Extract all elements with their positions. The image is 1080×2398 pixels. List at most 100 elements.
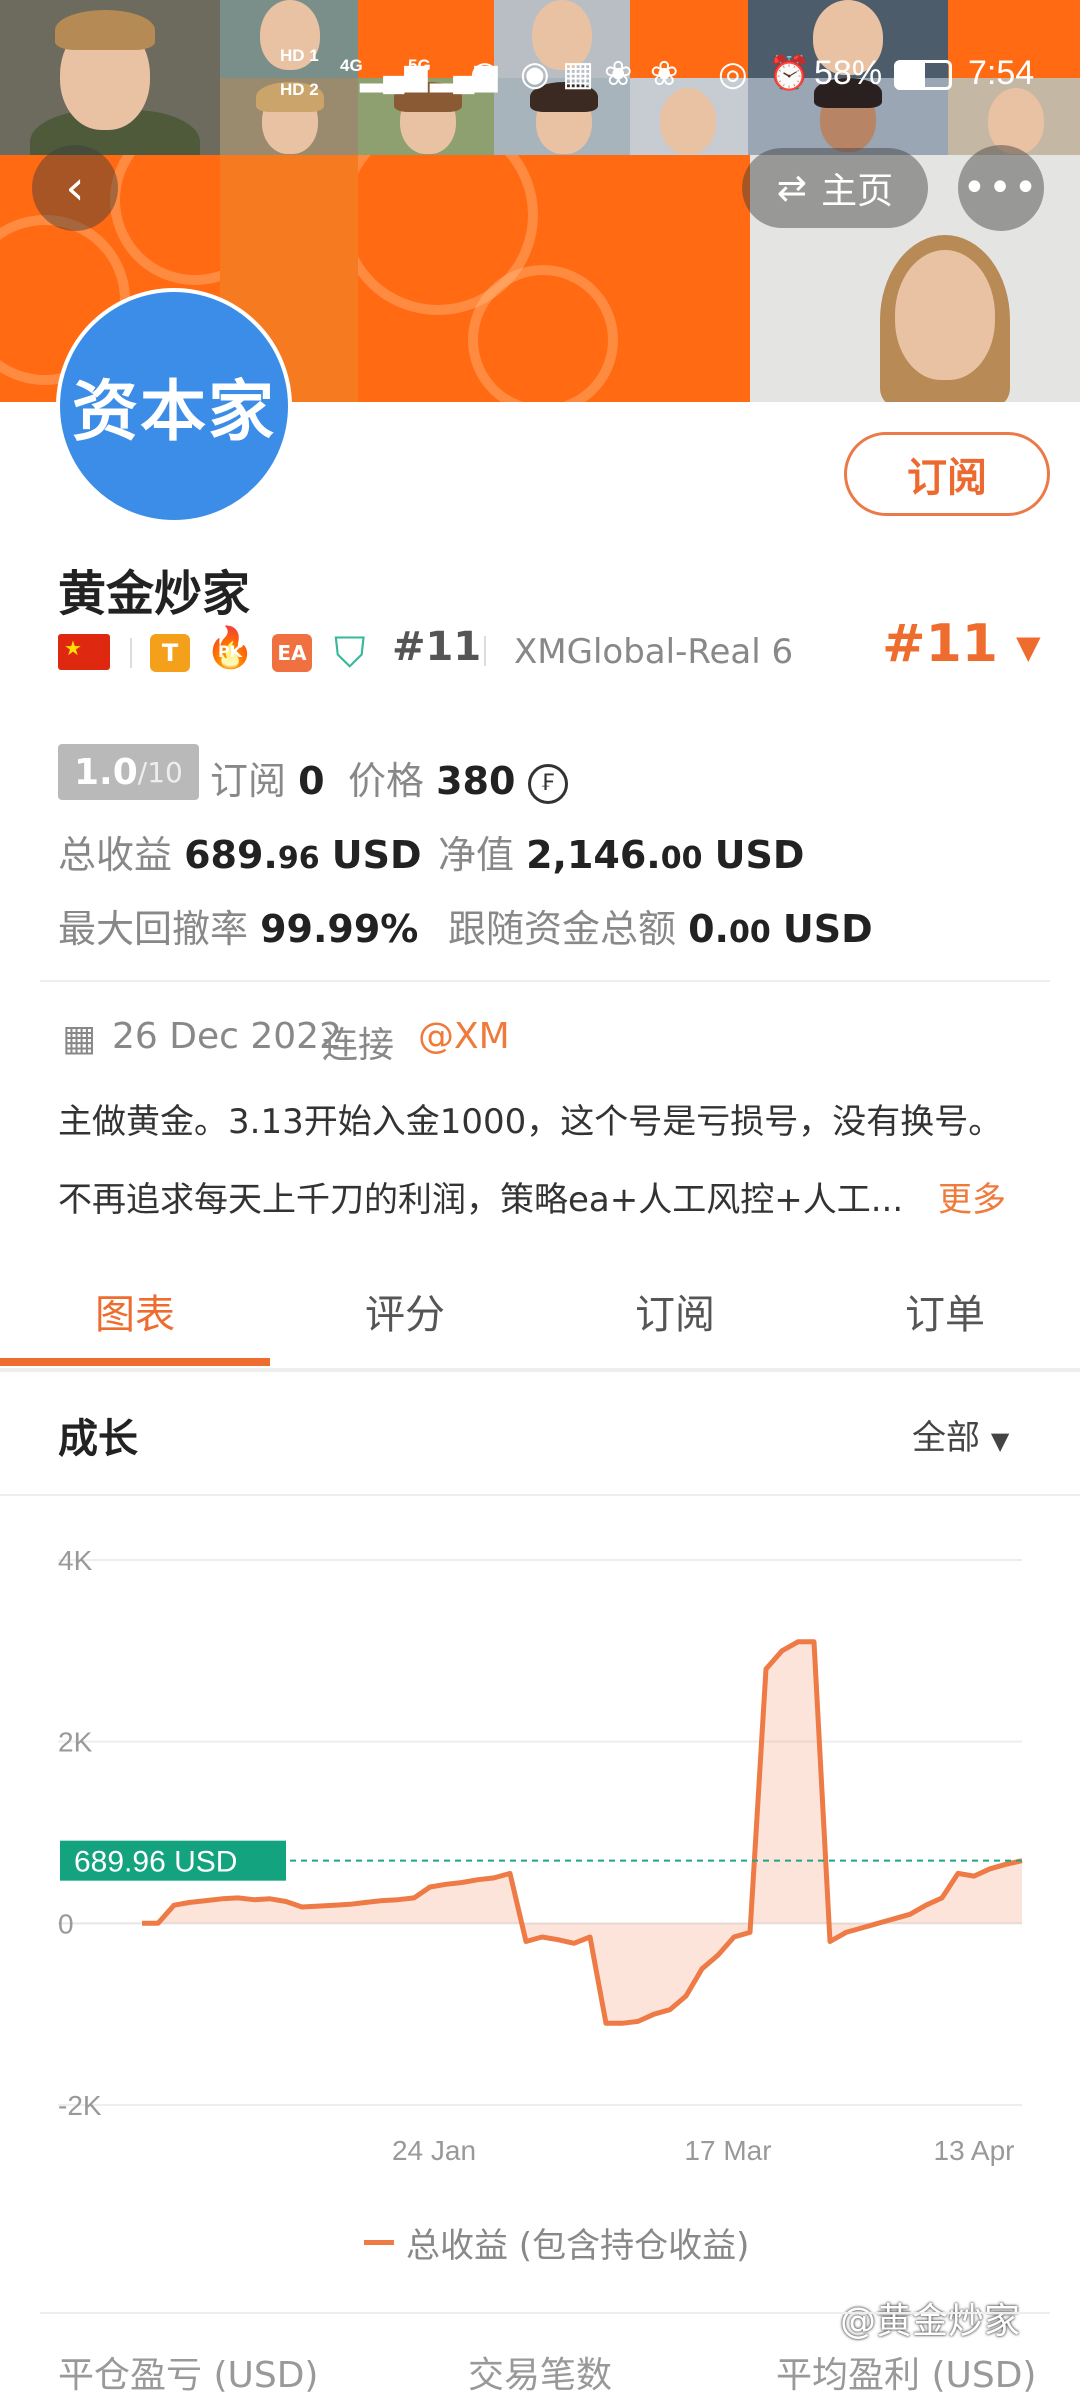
tab-rating[interactable]: 评分	[270, 1258, 540, 1364]
total-profit-dec: 96	[277, 841, 320, 876]
x-tick-label: 13 Apr	[934, 2135, 1015, 2166]
y-tick-label: 4K	[58, 1545, 93, 1576]
net-int: 2,146.	[526, 833, 661, 877]
back-button[interactable]: ‹	[32, 145, 118, 231]
total-profit-stat: 总收益 689.96 USD	[58, 824, 422, 879]
series-area	[142, 1641, 1022, 2024]
drawdown-label: 最大回撤率	[58, 907, 249, 951]
price-label: 价格	[348, 759, 425, 803]
legend-swatch	[364, 2240, 394, 2245]
more-button[interactable]: •••	[958, 145, 1044, 231]
more-dots-icon: •••	[962, 165, 1040, 211]
ea-badge: EA	[272, 634, 312, 672]
rank-dropdown[interactable]: #11 ▼	[882, 614, 1041, 674]
broker-link[interactable]: @XM	[418, 1016, 510, 1057]
closed-pnl-label: 平仓盈亏 (USD)	[58, 2355, 319, 2396]
score-max: /10	[137, 755, 183, 789]
switch-icon: ⇄	[776, 167, 808, 209]
paw-icon: ❀	[604, 55, 633, 93]
t-badge: T	[150, 634, 190, 672]
paw-icon: ❀	[650, 55, 679, 93]
app-notification-icon: ◉	[520, 55, 550, 93]
calendar-icon: ▦	[562, 55, 595, 93]
caret-down-icon: ▼	[990, 1427, 1010, 1455]
avg-profit-label: 平均盈利 (USD)	[776, 2355, 1037, 2396]
divider	[484, 636, 486, 666]
follow-label: 跟随资金总额	[448, 907, 677, 951]
tab-bar: 图表 评分 订阅 订单	[0, 1258, 1080, 1372]
tab-orders[interactable]: 订单	[810, 1258, 1080, 1364]
x-tick-label: 24 Jan	[392, 2135, 476, 2166]
follow-int: 0.	[688, 907, 729, 951]
hd2-label: HD 2	[280, 80, 319, 99]
drawdown-value: 99.99%	[260, 907, 419, 951]
subscribe-stat-value: 0	[298, 759, 325, 803]
shield-check-icon: ⛉	[334, 628, 366, 677]
watermark: @黄金炒家	[840, 2301, 1021, 2342]
coin-icon: ₣	[527, 763, 568, 804]
more-link[interactable]: 更多	[938, 1172, 1006, 1221]
y-tick-label: 2K	[58, 1727, 93, 1758]
current-value-label: 689.96 USD	[74, 1846, 237, 1879]
clock-time: 7:54	[968, 54, 1035, 92]
chevron-left-icon: ‹	[65, 160, 85, 216]
x-tick-label: 17 Mar	[684, 2135, 771, 2166]
legend-label: 总收益 (包含持仓收益)	[406, 2226, 750, 2266]
price-stat: 价格 380 ₣	[348, 750, 568, 805]
rank-tag: #11	[392, 624, 482, 670]
price-value: 380	[436, 759, 516, 803]
pk-flame-icon: 🔥 PK	[205, 625, 255, 671]
net-dec: 00	[660, 841, 703, 876]
description-line-2: 不再追求每天上千刀的利润，策略ea+人工风控+人工...	[58, 1180, 904, 1220]
banner-pattern	[358, 155, 750, 402]
home-button[interactable]: ⇄ 主页	[742, 148, 928, 228]
tab-subscribe[interactable]: 订阅	[540, 1258, 810, 1364]
wifi-icon: ◠	[470, 55, 500, 93]
avatar[interactable]: 资本家	[56, 288, 292, 524]
divider	[40, 980, 1050, 982]
account-name: XMGlobal-Real 6	[514, 632, 794, 672]
hd1-label: HD 1	[280, 46, 319, 65]
section-title: 成长	[58, 1416, 138, 1462]
signal-icon: ▂▄▆	[360, 59, 428, 92]
growth-chart[interactable]: 4K 2K 0 -2K 689.96 USD 24 Jan 17 Mar 13 Apr	[0, 1500, 1080, 2200]
subscribe-stat: 订阅 0	[210, 750, 325, 805]
china-flag-icon: ★	[58, 634, 110, 670]
y-tick-label: 0	[58, 1908, 74, 1939]
growth-section-header: 成长 全部 ▼	[0, 1368, 1080, 1496]
chart-legend: 总收益 (包含持仓收益)	[364, 2218, 749, 2267]
score-value: 1.0	[74, 751, 138, 793]
follow-unit: USD	[782, 907, 873, 951]
total-profit-label: 总收益	[58, 833, 173, 877]
status-bar: HD 1 HD 2 4G 5G ▂▄▆ ▂▄▆ ◠ ◉ ▦ ❀ ❀ ◎ ⏰ 58…	[0, 0, 1080, 150]
subscribe-button[interactable]: 订阅	[844, 432, 1050, 516]
pk-badge-label: PK	[217, 641, 243, 661]
trader-name: 黄金炒家	[58, 566, 251, 622]
connect-label: 连接	[322, 1025, 395, 1066]
alarm-icon: ⏰	[768, 55, 811, 93]
caret-down-icon: ▼	[1016, 628, 1041, 666]
battery-percent: 58%	[814, 54, 883, 92]
rank-big: #11	[882, 614, 998, 674]
score-badge: 1.0 /10	[58, 744, 199, 800]
tab-chart[interactable]: 图表	[0, 1258, 270, 1364]
subscribe-stat-label: 订阅	[210, 759, 287, 803]
trade-count-label: 交易笔数	[468, 2355, 613, 2396]
total-profit-unit: USD	[331, 833, 422, 877]
divider	[130, 638, 132, 668]
active-tab-indicator	[0, 1358, 270, 1366]
divider	[40, 2312, 1050, 2314]
battery-icon	[894, 60, 952, 90]
eye-icon: ◎	[718, 55, 748, 93]
follow-dec: 00	[729, 915, 771, 950]
drawdown-stat: 最大回撤率 99.99%	[58, 898, 418, 953]
connect-date: 26 Dec 2022	[112, 1016, 342, 1057]
range-filter-dropdown[interactable]: 全部 ▼	[912, 1410, 1009, 1459]
range-filter-label: 全部	[912, 1418, 980, 1458]
net-unit: USD	[714, 833, 805, 877]
home-label: 主页	[821, 171, 894, 212]
net-value-stat: 净值 2,146.00 USD	[438, 824, 804, 879]
total-profit-int: 689.	[184, 833, 278, 877]
description-line-1: 主做黄金。3.13开始入金1000，这个号是亏损号，没有换号。	[58, 1102, 1003, 1142]
series-line	[142, 1639, 1023, 2026]
